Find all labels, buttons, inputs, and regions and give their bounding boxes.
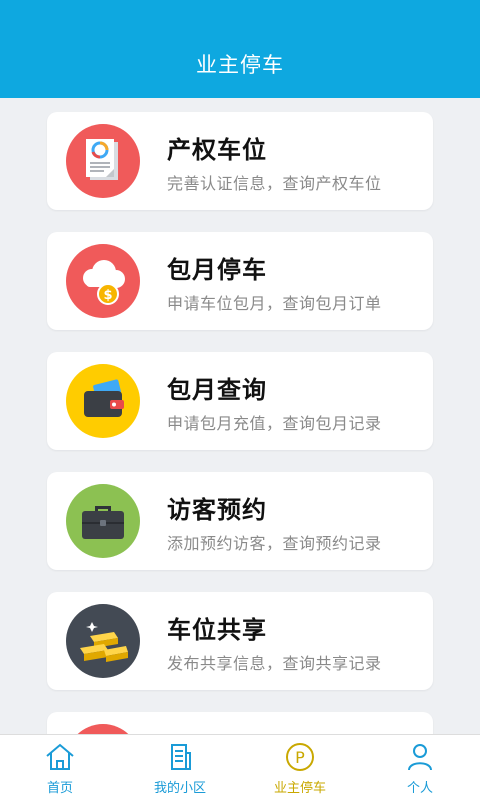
tab-profile[interactable]: 个人 [360,735,480,801]
card-subtitle: 申请包月充值，查询包月记录 [167,414,382,433]
card-subtitle: 添加预约访客，查询预约记录 [167,534,382,553]
page-title: 业主停车 [196,53,284,77]
card-subtitle: 完善认证信息，查询产权车位 [167,174,382,193]
parking-icon: P [286,743,314,771]
gold-bars-icon [66,604,140,678]
tab-label: 我的小区 [153,781,206,796]
briefcase-icon [66,484,140,558]
card-subtitle: 申请车位包月，查询包月订单 [167,294,382,313]
card-title: 产权车位 [167,136,267,164]
card-property-parking[interactable]: 产权车位 完善认证信息，查询产权车位 [47,112,433,210]
card-title: 包月停车 [167,256,267,284]
home-icon [46,743,74,770]
tab-label: 首页 [46,781,73,796]
tab-label: 个人 [406,781,433,796]
building-icon [171,744,191,770]
person-icon [408,744,432,771]
document-chart-icon [66,124,140,198]
list-item-icon [66,724,140,734]
bottom-tab-bar: 首页 我的小区 P 业主停车 个人 [0,734,480,801]
tab-owner-parking[interactable]: P 业主停车 [240,735,360,801]
card-title: 访客预约 [167,496,267,524]
card-monthly-query[interactable]: 包月查询 申请包月充值，查询包月记录 [47,352,433,450]
wallet-icon [66,364,140,438]
card-partial[interactable] [47,712,433,734]
card-monthly-parking[interactable]: $ 包月停车 申请车位包月，查询包月订单 [47,232,433,330]
card-title: 包月查询 [167,376,267,404]
svg-text:$: $ [103,288,112,303]
svg-text:P: P [295,748,305,767]
card-subtitle: 发布共享信息，查询共享记录 [167,654,382,673]
tab-home[interactable]: 首页 [0,735,120,801]
tab-my-community[interactable]: 我的小区 [120,735,240,801]
card-space-sharing[interactable]: 车位共享 发布共享信息，查询共享记录 [47,592,433,690]
tab-label: 业主停车 [273,781,326,796]
cloud-coin-icon: $ [66,244,140,318]
card-title: 车位共享 [167,616,267,644]
card-visitor-booking[interactable]: 访客预约 添加预约访客，查询预约记录 [47,472,433,570]
service-list[interactable]: 产权车位 完善认证信息，查询产权车位 $ 包月停车 申请车位包月，查询包月订单 [0,98,480,734]
header-bar: 业主停车 [0,0,480,98]
